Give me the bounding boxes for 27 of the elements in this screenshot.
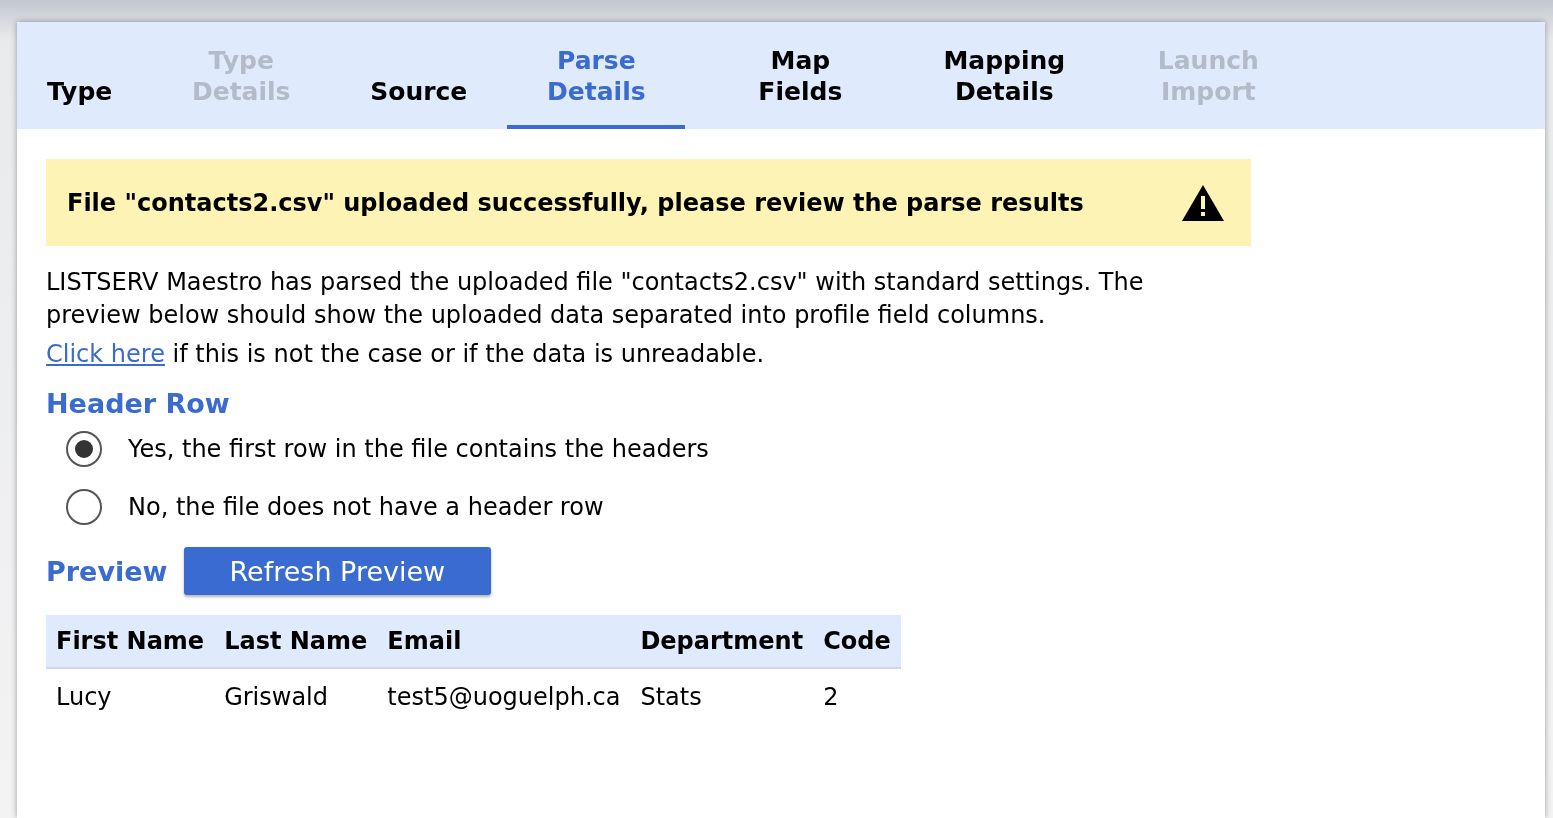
table-cell: Lucy — [46, 668, 215, 725]
refresh-preview-button[interactable]: Refresh Preview — [183, 547, 492, 595]
radio-label[interactable]: Yes, the first row in the file contains the headers — [128, 435, 709, 463]
table-cell: 2 — [813, 668, 901, 725]
column-header: Last Name — [214, 615, 378, 668]
tab[interactable]: Type — [33, 75, 127, 129]
description-text: LISTSERV Maestro has parsed the uploaded file "contacts2.csv" with standard settings. The preview below should show the uploaded data separated into profile field columns. — [46, 267, 1145, 331]
section-heading: Preview — [46, 555, 168, 587]
column-header: Department — [630, 615, 814, 668]
table-cell: test5@uoguelph.ca — [377, 668, 631, 725]
tab[interactable]: Source — [356, 75, 482, 129]
tab[interactable]: Mapping Details — [915, 44, 1094, 129]
help-text: Click here if this is not the case or if the data is unreadable. — [46, 340, 766, 368]
table-cell: Griswald — [214, 668, 378, 725]
tab[interactable]: Parse Details — [507, 44, 686, 129]
column-header: First Name — [46, 615, 215, 668]
column-header: Email — [377, 615, 631, 668]
radio-button[interactable] — [66, 431, 102, 467]
section-heading: Header Row — [46, 388, 231, 419]
column-header: Code — [813, 615, 901, 668]
alert-message: File "contacts2.csv" uploaded successfully, please review the parse results — [67, 188, 1084, 217]
tab[interactable]: Map Fields — [711, 44, 890, 129]
click-here-link[interactable]: Click here — [46, 340, 165, 368]
warning-icon — [1181, 183, 1225, 222]
radio-button[interactable] — [66, 489, 102, 525]
table-cell: Stats — [630, 668, 814, 725]
radio-label[interactable]: No, the file does not have a header row — [128, 493, 604, 521]
